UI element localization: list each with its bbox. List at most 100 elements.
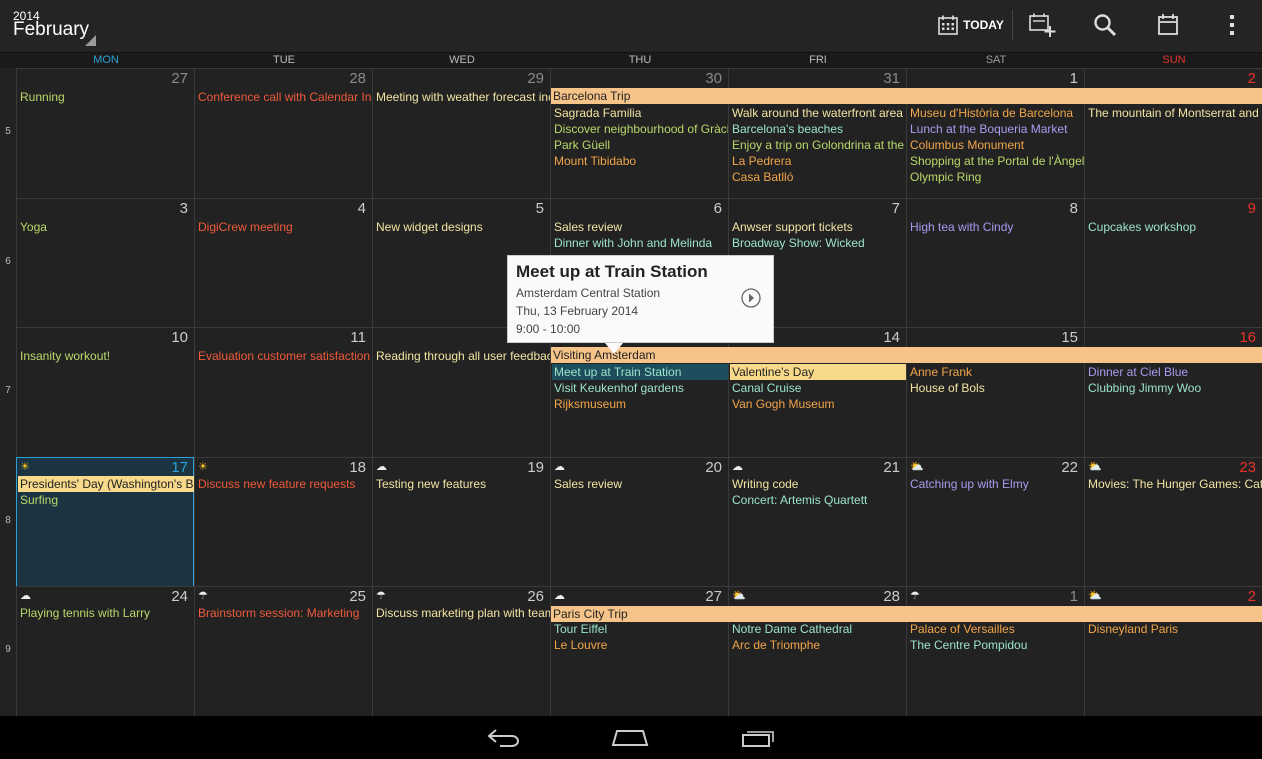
calendar-event[interactable]: Broadway Show: Wicked: [730, 235, 906, 251]
calendar-event[interactable]: Meeting with weather forecast inc: [374, 89, 550, 105]
day-cell[interactable]: Reading through all user feedback: [372, 327, 550, 457]
calendar-event[interactable]: Brainstorm session: Marketing: [196, 605, 372, 621]
day-cell[interactable]: 3 Yoga: [16, 198, 194, 328]
calendar-event[interactable]: Conference call with Calendar Inc: [196, 89, 372, 105]
calendar-event[interactable]: Valentine's Day: [730, 364, 906, 380]
calendar-event[interactable]: Disneyland Paris: [1086, 621, 1262, 637]
recents-button[interactable]: [733, 722, 783, 752]
calendar-event[interactable]: Van Gogh Museum: [730, 396, 906, 412]
calendar-event[interactable]: Walk around the waterfront area: [730, 105, 906, 121]
calendar-event[interactable]: The Centre Pompidou: [908, 637, 1084, 653]
calendar-event[interactable]: Notre Dame Cathedral: [730, 621, 906, 637]
day-cell[interactable]: 8 High tea with Cindy: [906, 198, 1084, 328]
multi-day-event[interactable]: Paris City Trip: [551, 606, 1262, 622]
day-cell[interactable]: 17 ☀ Presidents' Day (Washington's B Surfin…: [16, 457, 194, 587]
day-cell[interactable]: 27 Running: [16, 68, 194, 198]
day-cell[interactable]: 9 Cupcakes workshop: [1084, 198, 1262, 328]
month-selector[interactable]: February: [13, 19, 89, 41]
calendar-event[interactable]: Sales review: [552, 476, 728, 492]
day-cell[interactable]: 11 Evaluation customer satisfaction: [194, 327, 372, 457]
calendar-event[interactable]: The mountain of Montserrat and: [1086, 105, 1262, 121]
calendar-event[interactable]: Testing new features: [374, 476, 550, 492]
calendar-event[interactable]: Clubbing Jimmy Woo: [1086, 380, 1262, 396]
calendar-event[interactable]: House of Bols: [908, 380, 1084, 396]
day-cell[interactable]: 25 ☂ Brainstorm session: Marketing: [194, 586, 372, 716]
day-cell[interactable]: 26 ☂ Discuss marketing plan with team: [372, 586, 550, 716]
calendar-event[interactable]: Anwser support tickets: [730, 219, 906, 235]
calendar-event[interactable]: Sales review: [552, 219, 728, 235]
calendar-event[interactable]: Yoga: [18, 219, 194, 235]
day-cell[interactable]: 19 ☁ Testing new features: [372, 457, 550, 587]
calendar-event[interactable]: Cupcakes workshop: [1086, 219, 1262, 235]
calendar-event[interactable]: Concert: Artemis Quartett: [730, 492, 906, 508]
calendar-event[interactable]: Movies: The Hunger Games: Catc: [1086, 476, 1262, 492]
calendar-event[interactable]: Lunch at the Boqueria Market: [908, 121, 1084, 137]
calendar-today-icon: [938, 15, 958, 35]
calendar-event[interactable]: Presidents' Day (Washington's B: [18, 476, 194, 492]
calendar-event[interactable]: La Pedrera: [730, 153, 906, 169]
calendar-event[interactable]: Palace of Versailles: [908, 621, 1084, 637]
today-button[interactable]: TODAY: [933, 0, 1008, 50]
day-cell[interactable]: 10 Insanity workout!: [16, 327, 194, 457]
day-number: 29: [527, 70, 544, 87]
calendar-event[interactable]: Dinner at Ciel Blue: [1086, 364, 1262, 380]
calendar-event[interactable]: Arc de Triomphe: [730, 637, 906, 653]
home-button[interactable]: [605, 722, 655, 752]
calendar-view-button[interactable]: [1148, 0, 1188, 50]
weekday-mon: MON: [93, 54, 119, 66]
calendar-event[interactable]: Casa Batlló: [730, 169, 906, 185]
day-cell[interactable]: 29 Meeting with weather forecast inc: [372, 68, 550, 198]
calendar-event[interactable]: Surfing: [18, 492, 194, 508]
calendar-event[interactable]: New widget designs: [374, 219, 550, 235]
day-cell[interactable]: 18 ☀ Discuss new feature requests: [194, 457, 372, 587]
open-details-icon[interactable]: [741, 288, 761, 308]
day-cell[interactable]: 4 DigiCrew meeting: [194, 198, 372, 328]
search-button[interactable]: [1085, 0, 1125, 50]
calendar-event[interactable]: Canal Cruise: [730, 380, 906, 396]
day-cell[interactable]: 23 ⛅ Movies: The Hunger Games: Catc: [1084, 457, 1262, 587]
calendar-event[interactable]: Reading through all user feedback: [374, 348, 550, 364]
calendar-event[interactable]: Shopping at the Portal de l'Àngel: [908, 153, 1084, 169]
calendar-event[interactable]: Writing code: [730, 476, 906, 492]
day-cell[interactable]: 28 Conference call with Calendar Inc: [194, 68, 372, 198]
calendar-event[interactable]: Sagrada Familia: [552, 105, 728, 121]
multi-day-event[interactable]: Visiting Amsterdam: [551, 347, 1262, 363]
back-button[interactable]: [479, 722, 529, 752]
multi-day-event[interactable]: Barcelona Trip: [551, 88, 1262, 104]
day-cell[interactable]: 21 ☁ Writing code Concert: Artemis Quartett: [728, 457, 906, 587]
calendar-event[interactable]: Park Güell: [552, 137, 728, 153]
day-cell[interactable]: 24 ☁ Playing tennis with Larry: [16, 586, 194, 716]
calendar-event[interactable]: DigiCrew meeting: [196, 219, 372, 235]
action-bar-divider: [1012, 10, 1013, 40]
calendar-event[interactable]: Mount Tibidabo: [552, 153, 728, 169]
calendar-event[interactable]: Dinner with John and Melinda: [552, 235, 728, 251]
day-cell[interactable]: 22 ⛅ Catching up with Elmy: [906, 457, 1084, 587]
calendar-event[interactable]: Discover neighbourhood of Gràcia: [552, 121, 728, 137]
calendar-event[interactable]: Le Louvre: [552, 637, 728, 653]
calendar-event[interactable]: Catching up with Elmy: [908, 476, 1084, 492]
add-event-button[interactable]: [1022, 0, 1062, 50]
week-number: 7: [5, 385, 11, 396]
calendar-event[interactable]: High tea with Cindy: [908, 219, 1084, 235]
day-cell[interactable]: 20 ☁ Sales review: [550, 457, 728, 587]
calendar-event[interactable]: Columbus Monument: [908, 137, 1084, 153]
calendar-event[interactable]: Insanity workout!: [18, 348, 194, 364]
day-number: 19: [527, 459, 544, 476]
calendar-event[interactable]: Discuss new feature requests: [196, 476, 372, 492]
calendar-event[interactable]: Meet up at Train Station: [552, 364, 728, 380]
calendar-event[interactable]: Barcelona's beaches: [730, 121, 906, 137]
calendar-event[interactable]: Tour Eiffel: [552, 621, 728, 637]
month-dropdown-indicator[interactable]: [85, 35, 96, 46]
calendar-event[interactable]: Visit Keukenhof gardens: [552, 380, 728, 396]
calendar-event[interactable]: Rijksmuseum: [552, 396, 728, 412]
calendar-event[interactable]: Museu d'Història de Barcelona: [908, 105, 1084, 121]
calendar-event[interactable]: Evaluation customer satisfaction: [196, 348, 372, 364]
calendar-event[interactable]: Playing tennis with Larry: [18, 605, 194, 621]
calendar-event[interactable]: Enjoy a trip on Golondrina at the: [730, 137, 906, 153]
overflow-menu-button[interactable]: [1212, 0, 1252, 50]
calendar-event[interactable]: Running: [18, 89, 194, 105]
calendar-event[interactable]: Discuss marketing plan with team: [374, 605, 550, 621]
event-popup[interactable]: Meet up at Train Station Amsterdam Centr…: [507, 255, 774, 343]
calendar-event[interactable]: Anne Frank: [908, 364, 1084, 380]
calendar-event[interactable]: Olympic Ring: [908, 169, 1084, 185]
